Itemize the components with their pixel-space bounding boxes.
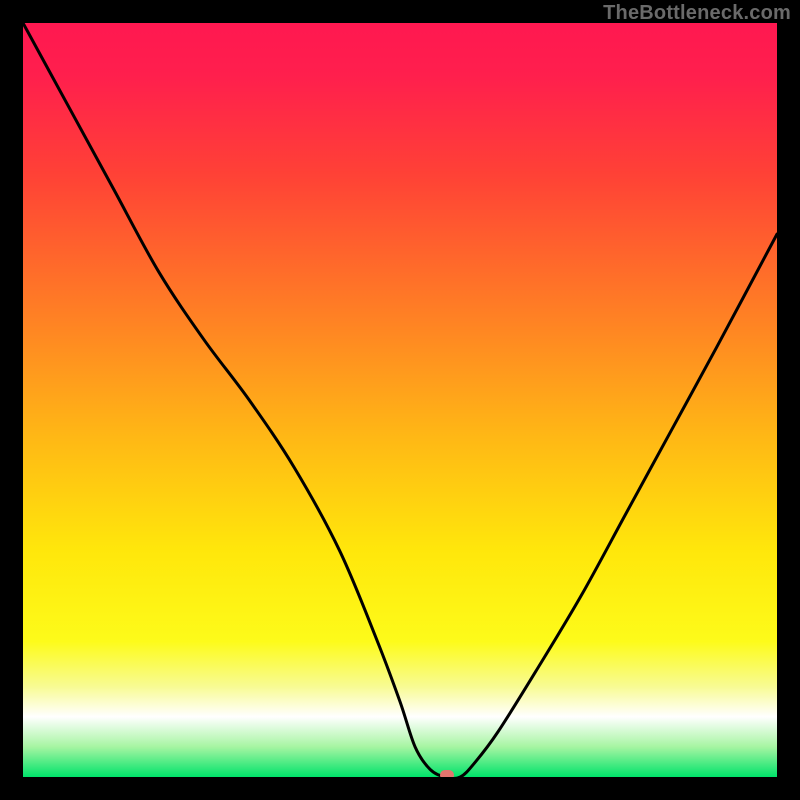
watermark-text: TheBottleneck.com bbox=[603, 2, 791, 25]
plot-area bbox=[23, 23, 777, 777]
chart-frame: TheBottleneck.com bbox=[0, 0, 800, 800]
bottleneck-curve bbox=[23, 23, 777, 777]
optimum-marker bbox=[440, 770, 454, 777]
